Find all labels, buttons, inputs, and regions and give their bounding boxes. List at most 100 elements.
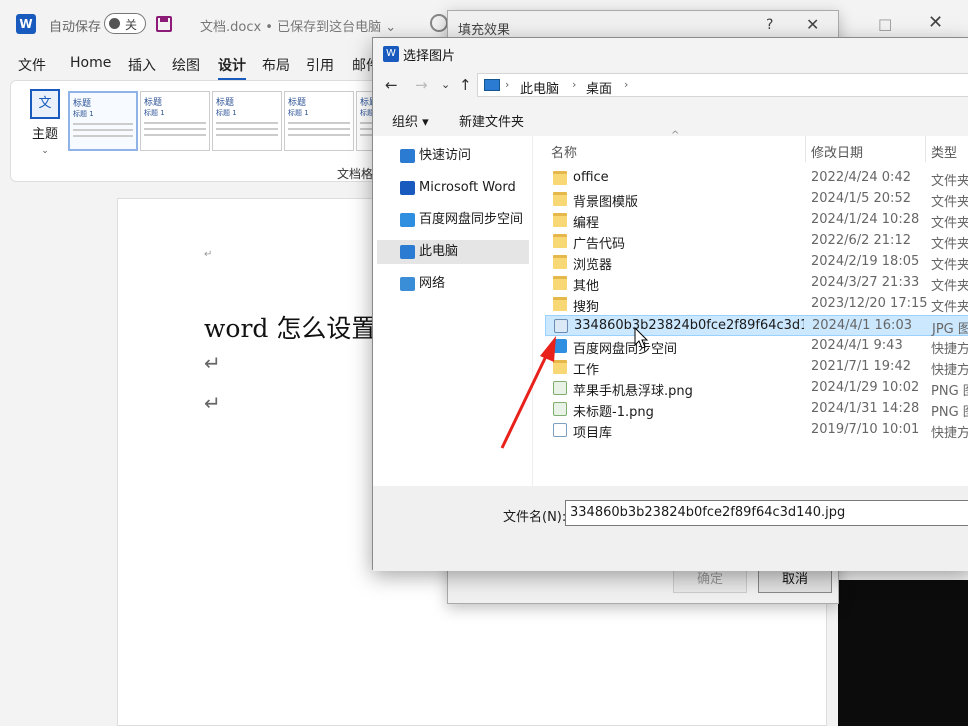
breadcrumb-separator: › [505,78,510,91]
file-name: 编程 [573,216,600,231]
thumb-subheading: 标题 1 [73,110,94,118]
file-row[interactable]: 其他 2024/3/27 21:33 文件夹 [545,273,968,294]
baidu-cloud-icon [400,213,415,227]
file-row[interactable]: 项目库 2019/7/10 10:01 快捷方 [545,420,968,441]
style-set-thumbnail[interactable]: 标题 标题 1 [140,91,210,151]
sidebar-item-label: 百度网盘同步空间 [419,212,524,227]
column-divider[interactable] [805,136,806,162]
file-name: 背景图模版 [573,195,639,210]
breadcrumb-desktop[interactable]: 桌面 [586,78,612,97]
file-name: 苹果手机悬浮球.png [573,384,693,399]
column-name[interactable]: 名称 [551,142,577,161]
file-name: 搜狗 [573,300,600,315]
help-icon[interactable]: ? [766,17,773,33]
column-date[interactable]: 修改日期 [811,142,863,161]
up-arrow-icon[interactable]: ↑ [459,76,472,94]
autosave-toggle[interactable]: 关 [104,13,146,34]
file-row[interactable]: 334860b3b23824b0fce2f89f64c3d140... 2024/… [545,315,968,337]
style-set-thumbnail[interactable]: 标题 标题 1 [212,91,282,151]
sort-ascending-icon: ^ [671,130,680,141]
return-mark: ↵ [204,351,221,375]
theme-button[interactable]: 文 主题 ⌄ [25,89,65,159]
back-arrow-icon[interactable]: ← [385,76,398,94]
navigation-pane: 快速访问 Microsoft Word 百度网盘同步空间此电脑网络 [373,136,533,486]
paragraph-mark: ↵ [204,249,213,260]
breadcrumb-this-pc[interactable]: 此电脑 [520,78,559,97]
file-row[interactable]: 工作 2021/7/1 19:42 快捷方 [545,357,968,378]
close-icon[interactable]: ✕ [806,15,819,34]
sidebar-item-label: 快速访问 [419,148,472,163]
style-set-thumbnail[interactable]: 标题 标题 1 [68,91,138,151]
file-type: 文件夹 [931,216,968,231]
file-name: office [573,170,609,185]
tab-4[interactable]: 设计 [218,55,246,81]
file-date: 2022/6/2 21:12 [811,233,911,248]
tab-1[interactable]: Home [70,55,111,71]
folder-icon [553,234,567,248]
style-set-thumbnail[interactable]: 标题 标题 1 [284,91,354,151]
file-date: 2024/1/29 10:02 [811,380,920,395]
sidebar-item-label: Microsoft Word [419,180,516,195]
file-date: 2023/12/20 17:15 [811,296,928,311]
file-type: 快捷方 [931,363,968,378]
file-type: 文件夹 [931,174,968,189]
file-row[interactable]: office 2022/4/24 0:42 文件夹 [545,168,968,189]
folder-icon [553,213,567,227]
save-icon[interactable] [156,16,172,32]
sidebar-item[interactable]: Microsoft Word [377,176,529,200]
tab-6[interactable]: 引用 [306,55,334,75]
sidebar-item[interactable]: 快速访问 [377,144,529,168]
word-logo-icon: W [16,14,36,34]
tab-5[interactable]: 布局 [262,55,290,75]
forward-arrow-icon[interactable]: → [415,76,428,94]
file-row[interactable]: 背景图模版 2024/1/5 20:52 文件夹 [545,189,968,210]
column-divider[interactable] [925,136,926,162]
address-bar[interactable]: › 此电脑 › 桌面 › [477,73,968,97]
file-row[interactable]: 百度网盘同步空间 2024/4/1 9:43 快捷方 [545,336,968,357]
file-row[interactable]: 未标题-1.png 2024/1/31 14:28 PNG 图 [545,399,968,420]
sidebar-item[interactable]: 百度网盘同步空间 [377,208,529,232]
file-date: 2024/3/27 21:33 [811,275,920,290]
folder-icon [553,276,567,290]
file-row[interactable]: 搜狗 2023/12/20 17:15 文件夹 [545,294,968,315]
select-picture-dialog: W 选择图片 ← → ⌄ ↑ › 此电脑 › 桌面 › 组织 ▾ 新建文件夹 快… [372,37,968,571]
sidebar-item-label: 网络 [419,276,446,291]
return-mark: ↵ [204,391,221,415]
thumb-line [73,123,133,125]
thumb-line [216,128,278,130]
thumb-heading: 标题 [216,98,235,108]
file-row[interactable]: 广告代码 2022/6/2 21:12 文件夹 [545,231,968,252]
tab-2[interactable]: 插入 [128,55,156,75]
file-date: 2019/7/10 10:01 [811,422,920,437]
filename-input[interactable]: 334860b3b23824b0fce2f89f64c3d140.jpg [565,500,968,526]
document-title[interactable]: 文档.docx • 已保存到这台电脑 ⌄ [200,16,396,35]
file-row[interactable]: 编程 2024/1/24 10:28 文件夹 [545,210,968,231]
file-type: 文件夹 [931,279,968,294]
file-date: 2024/4/1 9:43 [811,338,903,353]
file-icon [553,423,567,437]
png-icon [553,381,567,395]
recent-locations-icon[interactable]: ⌄ [441,78,450,91]
close-icon[interactable]: ✕ [928,12,944,33]
file-row[interactable]: 苹果手机悬浮球.png 2024/1/29 10:02 PNG 图 [545,378,968,399]
file-name: 其他 [573,279,600,294]
thumb-heading: 标题 [144,98,163,108]
column-type[interactable]: 类型 [931,142,957,161]
new-folder-button[interactable]: 新建文件夹 [459,111,524,130]
file-type: 文件夹 [931,195,968,210]
file-row[interactable]: 浏览器 2024/2/19 18:05 文件夹 [545,252,968,273]
document-heading-text[interactable]: word 怎么设置 [204,309,376,345]
tab-3[interactable]: 绘图 [172,55,200,75]
sidebar-item[interactable]: 此电脑 [377,240,529,264]
organize-button[interactable]: 组织 ▾ [392,111,429,130]
file-date: 2022/4/24 0:42 [811,170,911,185]
search-icon[interactable] [430,14,448,32]
file-list: 名称 修改日期 类型 ^ office 2022/4/24 0:42 文件夹 背景图模… [533,130,968,486]
thumb-line [144,122,206,124]
sidebar-item[interactable]: 网络 [377,272,529,296]
file-date: 2024/1/5 20:52 [811,191,911,206]
file-date: 2021/7/1 19:42 [811,359,911,374]
maximize-icon[interactable]: ☐ [878,16,894,35]
file-type: 快捷方 [931,426,968,441]
tab-0[interactable]: 文件 [18,55,46,75]
